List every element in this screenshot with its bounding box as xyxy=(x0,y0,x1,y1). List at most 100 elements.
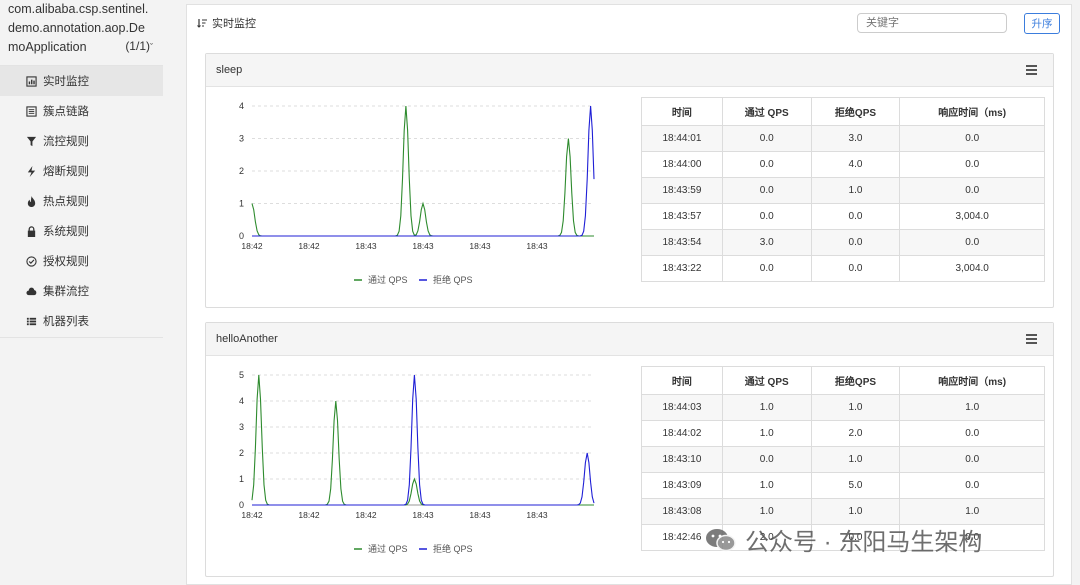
sidebar-item-authority-rules[interactable]: 授权规则 xyxy=(0,246,163,276)
y-tick-label: 0 xyxy=(239,500,244,510)
table-row: 18:43:10 0.0 1.0 0.0 xyxy=(641,446,1045,473)
x-tick-label: 18:43 xyxy=(355,241,377,251)
qps-line-chart: 0 1 2 3 4 18:42 18:42 18:43 18:43 18:43 18:43 通过 QP… xyxy=(239,101,595,285)
sidebar-item-label: 实时监控 xyxy=(43,76,89,88)
sidebar-item-label: 簇点链路 xyxy=(43,106,89,118)
app-selector[interactable]: com.alibaba.csp.sentinel.demo.annotation… xyxy=(0,0,163,57)
x-tick-label: 18:43 xyxy=(469,241,491,251)
column-header: 响应时间（ms) xyxy=(899,97,1045,126)
sidebar-item-label: 流控规则 xyxy=(43,136,89,148)
sidebar-item-cluster-flow[interactable]: 集群流控 xyxy=(0,276,163,306)
main-panel: 实时监控 升序 sleep 0 1 2 3 4 18:42 18:42 18:43 18:43 1… xyxy=(186,4,1072,585)
column-header: 时间 xyxy=(641,97,723,126)
sort-order-button[interactable]: 升序 xyxy=(1024,13,1060,34)
sidebar-item-label: 系统规则 xyxy=(43,226,89,238)
table-row: 18:43:54 3.0 0.0 0.0 xyxy=(641,229,1045,256)
table-cell: 1.0 xyxy=(721,420,812,447)
column-header: 通过 QPS xyxy=(721,97,812,126)
table-cell: 18:44:03 xyxy=(641,394,723,421)
table-cell: 4.0 xyxy=(810,151,901,178)
column-header: 拒绝QPS xyxy=(810,366,901,395)
table-row: 18:43:09 1.0 5.0 0.0 xyxy=(641,472,1045,499)
watermark-text: 公众号 · 东阳马生架构 xyxy=(745,529,983,556)
x-tick-label: 18:43 xyxy=(469,510,491,520)
menu-icon[interactable] xyxy=(1026,334,1037,344)
table-cell: 1.0 xyxy=(899,394,1045,421)
table-cell: 18:43:57 xyxy=(641,203,723,230)
sidebar-item-machine-list[interactable]: 机器列表 xyxy=(0,306,163,336)
table-cell: 1.0 xyxy=(721,394,812,421)
sidebar-item-label: 热点规则 xyxy=(43,196,89,208)
list-icon xyxy=(25,105,37,117)
sidebar-item-label: 授权规则 xyxy=(43,256,89,268)
sidebar-item-degrade-rules[interactable]: 熔断规则 xyxy=(0,156,163,186)
table-cell: 0.0 xyxy=(721,177,812,204)
table-cell: 0.0 xyxy=(721,203,812,230)
y-tick-label: 1 xyxy=(239,474,244,484)
x-tick-label: 18:42 xyxy=(298,510,320,520)
x-tick-label: 18:42 xyxy=(241,241,263,251)
column-header: 通过 QPS xyxy=(721,366,812,395)
legend-label: 拒绝 QPS xyxy=(433,543,473,554)
table-cell: 18:43:10 xyxy=(641,446,723,473)
page-title: 实时监控 xyxy=(197,15,256,31)
table-cell: 18:43:54 xyxy=(641,229,723,256)
search-input[interactable] xyxy=(857,13,1007,33)
watermark: 公众号 · 东阳马生架构 xyxy=(705,522,982,557)
series-line xyxy=(251,374,594,506)
table-row: 18:44:02 1.0 2.0 0.0 xyxy=(641,420,1045,447)
table-cell: 1.0 xyxy=(810,446,901,473)
sidebar-item-resource-chain[interactable]: 簇点链路 xyxy=(0,96,163,126)
sidebar-item-hotspot-rules[interactable]: 热点规则 xyxy=(0,186,163,216)
table-cell: 18:43:22 xyxy=(641,255,723,282)
table-cell: 1.0 xyxy=(899,498,1045,525)
table-cell: 0.0 xyxy=(721,446,812,473)
table-cell: 18:43:09 xyxy=(641,472,723,499)
y-tick-label: 2 xyxy=(239,166,244,176)
page-title-text: 实时监控 xyxy=(212,18,256,30)
resource-card: sleep 0 1 2 3 4 18:42 18:42 18:43 18:43 18:43 18:4… xyxy=(205,53,1054,308)
sort-icon xyxy=(197,19,207,28)
sidebar-item-flow-rules[interactable]: 流控规则 xyxy=(0,126,163,156)
sidebar-item-system-rules[interactable]: 系统规则 xyxy=(0,216,163,246)
filter-icon xyxy=(25,135,37,147)
table-row: 18:44:03 1.0 1.0 1.0 xyxy=(641,394,1045,421)
table-cell: 1.0 xyxy=(810,177,901,204)
table-cell: 18:44:02 xyxy=(641,420,723,447)
table-cell: 0.0 xyxy=(899,446,1045,473)
table-row: 18:43:08 1.0 1.0 1.0 xyxy=(641,498,1045,525)
y-tick-label: 3 xyxy=(239,422,244,432)
legend-label: 通过 QPS xyxy=(368,274,408,285)
table-row: 18:44:01 0.0 3.0 0.0 xyxy=(641,125,1045,152)
table-header-row: 时间 通过 QPS 拒绝QPS 响应时间（ms) xyxy=(641,366,1045,395)
table-cell: 0.0 xyxy=(899,472,1045,499)
resource-name: sleep xyxy=(216,64,243,76)
table-cell: 18:43:08 xyxy=(641,498,723,525)
y-tick-label: 1 xyxy=(239,199,244,209)
table-cell: 0.0 xyxy=(721,151,812,178)
table-cell: 3,004.0 xyxy=(899,255,1045,282)
legend-label: 拒绝 QPS xyxy=(433,274,473,285)
resource-card-header: helloAnother xyxy=(206,323,1053,356)
table-cell: 3.0 xyxy=(721,229,812,256)
qps-line-chart: 0 1 2 3 4 5 18:42 18:42 18:42 18:43 18:43 18:43 通过 Q… xyxy=(239,370,595,554)
sidebar-nav: 实时监控 簇点链路 流控规则 熔断规则 热点规则 系统规则 授权规则 集群流控 xyxy=(0,65,163,338)
sidebar-divider xyxy=(0,336,163,338)
y-tick-label: 0 xyxy=(239,231,244,241)
y-tick-label: 4 xyxy=(239,101,244,111)
table-cell: 1.0 xyxy=(721,498,812,525)
qps-table: 时间 通过 QPS 拒绝QPS 响应时间（ms) 18:44:01 0.0 3.0 0… xyxy=(641,97,1045,282)
sidebar-item-realtime-monitor[interactable]: 实时监控 xyxy=(0,66,163,96)
y-tick-label: 5 xyxy=(239,370,244,380)
table-row: 18:43:59 0.0 1.0 0.0 xyxy=(641,177,1045,204)
x-tick-label: 18:42 xyxy=(298,241,320,251)
menu-icon[interactable] xyxy=(1026,65,1037,75)
table-cell: 1.0 xyxy=(810,394,901,421)
lock-icon xyxy=(25,225,37,237)
column-header: 时间 xyxy=(641,366,723,395)
y-tick-label: 2 xyxy=(239,448,244,458)
resource-card-header: sleep xyxy=(206,54,1053,87)
table-cell: 1.0 xyxy=(721,472,812,499)
sidebar-item-label: 集群流控 xyxy=(43,286,89,298)
x-tick-label: 18:43 xyxy=(526,241,548,251)
